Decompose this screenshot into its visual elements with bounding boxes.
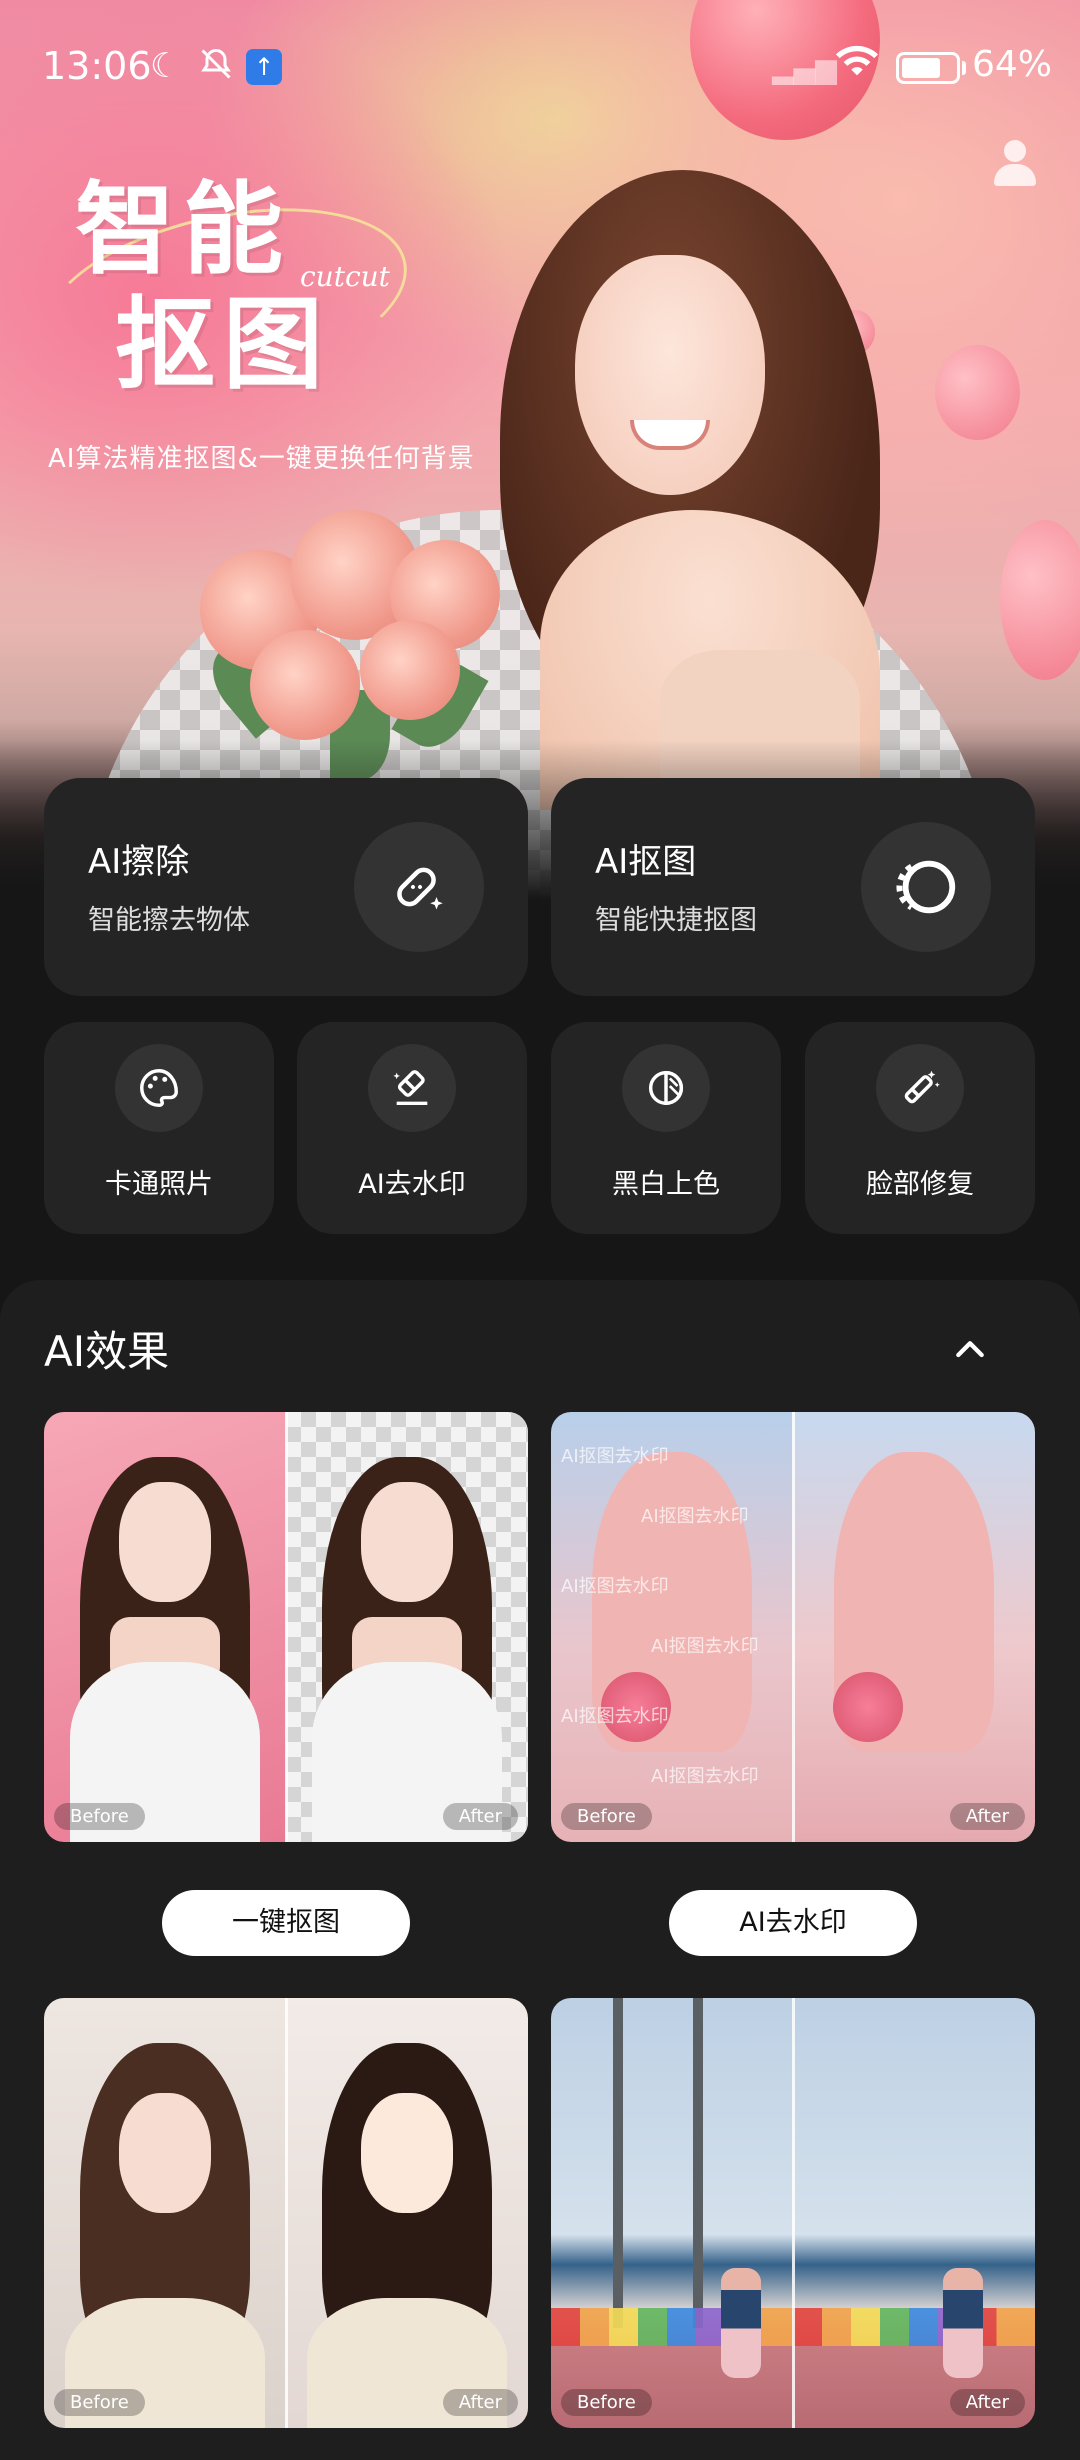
half-circle-icon (622, 1044, 710, 1132)
feature-label: 卡通照片 (105, 1169, 213, 1200)
effect-example-cartoon[interactable]: Before After (44, 1998, 528, 2428)
palette-icon (115, 1044, 203, 1132)
one-click-cutout-button[interactable]: 一键抠图 (162, 1890, 410, 1956)
before-image: AI抠图去水印 AI抠图去水印 AI抠图去水印 AI抠图去水印 AI抠图去水印 … (551, 1412, 793, 1842)
remove-watermark-button[interactable]: AI去水印 (669, 1890, 917, 1956)
chevron-up-icon[interactable] (950, 1330, 990, 1370)
comparison-divider (792, 1998, 795, 2428)
after-label: After (442, 1803, 518, 1830)
before-label: Before (561, 2389, 652, 2416)
before-label: Before (54, 2389, 145, 2416)
after-image (286, 1998, 528, 2428)
hero-subtitle: AI算法精准抠图&一键更换任何背景 (48, 444, 475, 474)
balloon (1000, 520, 1080, 680)
battery-percent: 64% (972, 44, 1053, 85)
feature-subtitle: 智能擦去物体 (88, 905, 250, 936)
after-label: After (442, 2389, 518, 2416)
after-image (793, 1998, 1035, 2428)
after-image (286, 1412, 528, 1842)
battery-icon (896, 52, 960, 84)
effect-example-watermark[interactable]: AI抠图去水印 AI抠图去水印 AI抠图去水印 AI抠图去水印 AI抠图去水印 … (551, 1412, 1035, 1842)
comparison-divider (285, 1412, 288, 1842)
feature-label: 黑白上色 (612, 1169, 720, 1200)
rose-bouquet-image (180, 490, 540, 780)
feature-label: AI去水印 (358, 1169, 466, 1200)
before-image (44, 1998, 286, 2428)
feature-card-colorize[interactable]: 黑白上色 (551, 1022, 781, 1234)
signal-icon: ▂▄▆ (772, 52, 837, 85)
feature-subtitle: 智能快捷抠图 (595, 905, 757, 936)
before-label: Before (54, 1803, 145, 1830)
balloon (935, 345, 1020, 440)
feature-card-cartoon[interactable]: 卡通照片 (44, 1022, 274, 1234)
hero-script-text: cutcut (300, 260, 390, 293)
feature-label: 脸部修复 (866, 1169, 974, 1200)
eraser-icon (368, 1044, 456, 1132)
update-arrow-icon: ↑ (246, 49, 282, 85)
after-label: After (949, 1803, 1025, 1830)
hero-title-line2: 抠图 (115, 286, 331, 403)
battery-tip (962, 61, 966, 75)
comparison-divider (285, 1998, 288, 2428)
magic-wand-icon (876, 1044, 964, 1132)
before-image (551, 1998, 793, 2428)
hero-banner[interactable]: 智能 抠图 cutcut AI算法精准抠图&一键更换任何背景 (0, 0, 1080, 900)
status-time: 13:06 (42, 44, 152, 88)
feature-card-watermark[interactable]: AI去水印 (297, 1022, 527, 1234)
feature-card-face-restore[interactable]: 脸部修复 (805, 1022, 1035, 1234)
feature-card-ai-erase[interactable]: AI擦除 智能擦去物体 (44, 778, 528, 996)
before-label: Before (561, 1803, 652, 1830)
cutout-ring-icon (861, 822, 991, 952)
silent-bell-icon (198, 46, 234, 82)
comparison-divider (792, 1412, 795, 1842)
user-profile-icon[interactable] (990, 140, 1040, 190)
feature-title: AI擦除 (88, 842, 190, 882)
feature-card-ai-cutout[interactable]: AI抠图 智能快捷抠图 (551, 778, 1035, 996)
before-image (44, 1412, 286, 1842)
after-image (793, 1412, 1035, 1842)
status-bar: 13:06 ☾ ↑ ▂▄▆ 64% (0, 0, 1080, 130)
hero-model-image (480, 130, 900, 820)
after-label: After (949, 2389, 1025, 2416)
wifi-icon (834, 44, 880, 80)
section-title: AI效果 (44, 1327, 170, 1376)
effect-example-erase[interactable]: Before After (551, 1998, 1035, 2428)
do-not-disturb-icon: ☾ (150, 46, 181, 86)
effect-example-cutout[interactable]: Before After (44, 1412, 528, 1842)
bandage-sparkle-icon (354, 822, 484, 952)
feature-title: AI抠图 (595, 842, 697, 882)
